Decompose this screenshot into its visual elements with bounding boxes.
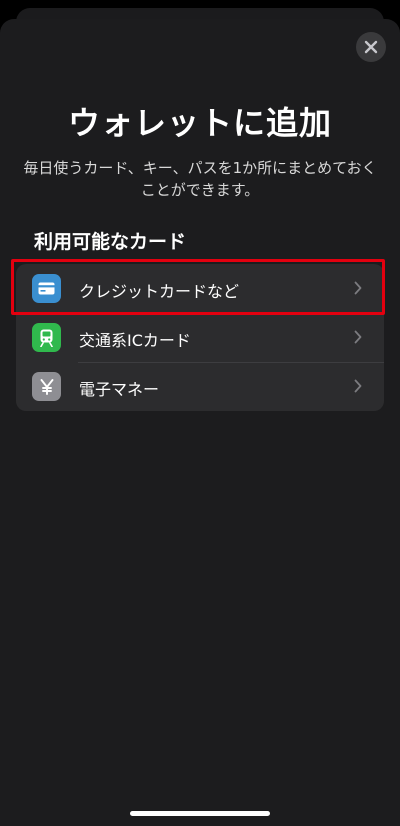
list-item-transit-ic-card[interactable]: 交通系ICカード <box>16 313 384 362</box>
section-header-available-cards: 利用可能なカード <box>34 231 187 253</box>
highlight-box <box>11 259 385 315</box>
train-icon <box>32 323 61 352</box>
list-item-e-money[interactable]: 電子マネー <box>16 362 384 411</box>
chevron-right-icon <box>354 330 362 344</box>
home-indicator <box>130 811 270 816</box>
page-subtitle: 毎日使うカード、キー、パスを1か所にまとめておくことができます。 <box>23 159 377 199</box>
page-title: ウォレットに追加 <box>67 104 332 142</box>
yen-icon <box>32 372 61 401</box>
list-item-label: 電子マネー <box>79 380 160 399</box>
list-item-label: 交通系ICカード <box>79 331 191 350</box>
close-button[interactable] <box>356 32 386 62</box>
chevron-right-icon <box>354 379 362 393</box>
add-to-wallet-sheet: ウォレットに追加 毎日使うカード、キー、パスを1か所にまとめておくことができます… <box>0 19 400 826</box>
close-icon <box>364 40 378 54</box>
